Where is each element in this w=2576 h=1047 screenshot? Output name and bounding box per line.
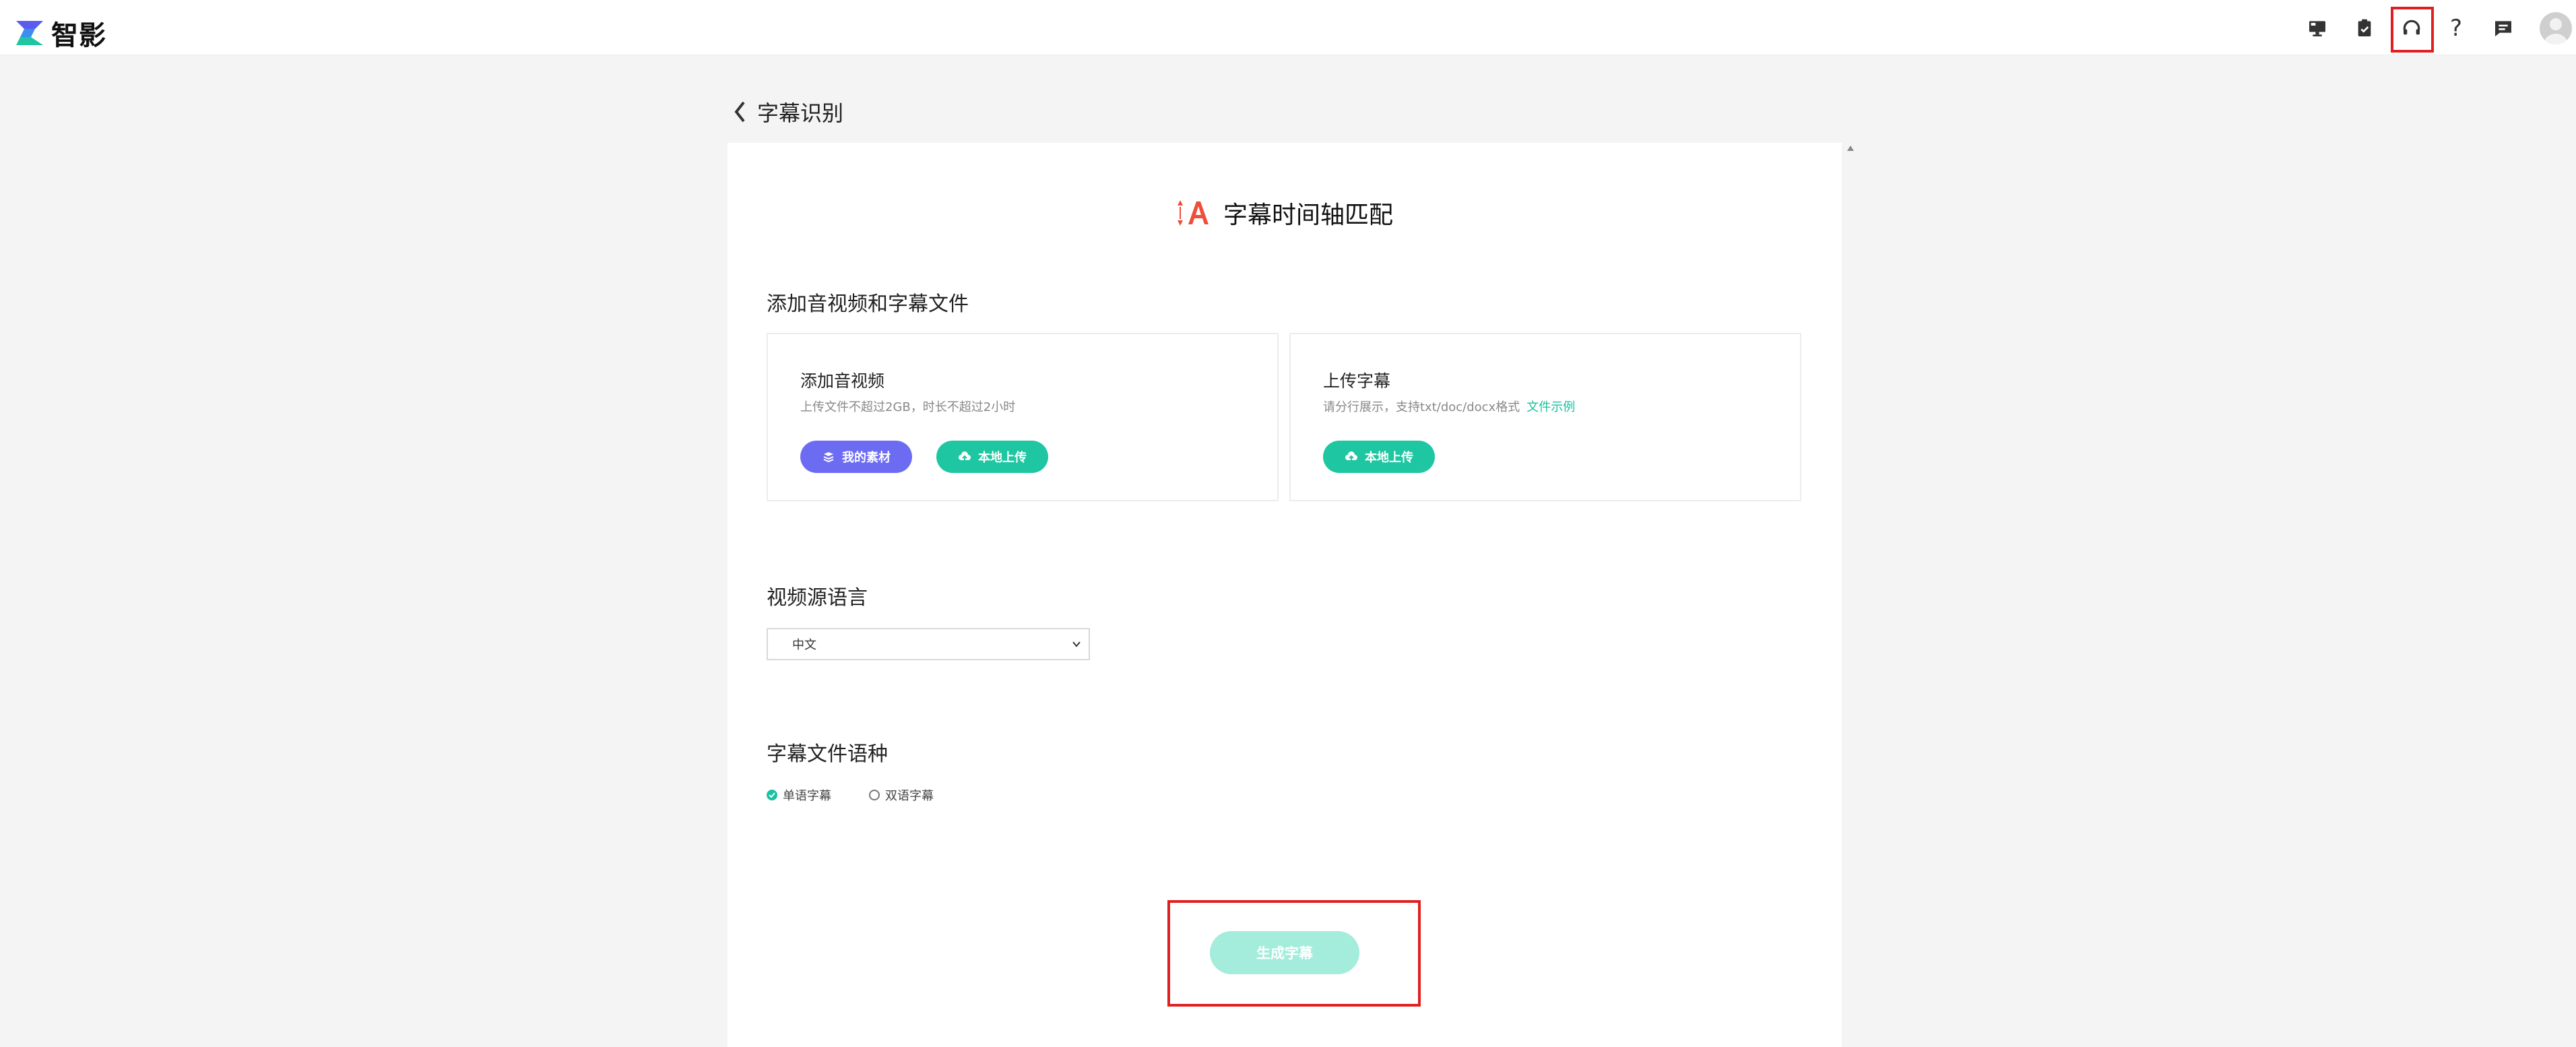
- radio-checked-icon: [767, 790, 777, 800]
- clipboard-check-icon[interactable]: [2351, 15, 2378, 42]
- subtitle-timeline-icon: [1177, 200, 1209, 226]
- chevron-left-icon: [734, 101, 745, 123]
- file-example-link[interactable]: 文件示例: [1526, 400, 1575, 414]
- page-back-label: 字幕识别: [757, 100, 844, 126]
- radio-bilingual-label: 双语字幕: [885, 789, 934, 803]
- subtitle-box-title: 上传字幕: [1323, 371, 1391, 391]
- my-assets-button[interactable]: 我的素材: [800, 441, 912, 473]
- source-language-select[interactable]: 中文: [767, 628, 1090, 660]
- page-title: 字幕时间轴匹配: [728, 195, 1842, 230]
- media-upload-box: 添加音视频 上传文件不超过2GB，时长不超过2小时 我的素材 本地上传: [767, 333, 1279, 501]
- scroll-up-arrow-icon[interactable]: [1846, 144, 1855, 152]
- upload-section-heading: 添加音视频和字幕文件: [767, 292, 969, 316]
- media-local-upload-button[interactable]: 本地上传: [936, 441, 1048, 473]
- app-logo[interactable]: 智影: [15, 13, 106, 53]
- message-icon[interactable]: [2490, 15, 2517, 42]
- subtitle-box-desc: 请分行展示，支持txt/doc/docx格式 文件示例: [1323, 398, 1575, 415]
- main-card: 字幕时间轴匹配 添加音视频和字幕文件 添加音视频 上传文件不超过2GB，时长不超…: [728, 143, 1842, 1047]
- help-glyph: ?: [2449, 15, 2463, 42]
- subtitle-box-desc-text: 请分行展示，支持txt/doc/docx格式: [1323, 400, 1520, 414]
- app-name: 智影: [51, 20, 106, 51]
- subtitle-local-upload-label: 本地上传: [1365, 451, 1413, 465]
- radio-monolingual[interactable]: 单语字幕: [767, 786, 831, 804]
- generate-subtitles-button[interactable]: 生成字幕: [1210, 931, 1359, 974]
- monitor-icon[interactable]: [2304, 15, 2331, 42]
- media-box-title: 添加音视频: [800, 371, 885, 391]
- avatar-person-icon: [2544, 18, 2568, 44]
- subtitle-local-upload-button[interactable]: 本地上传: [1323, 441, 1435, 473]
- radio-unchecked-icon: [869, 790, 880, 800]
- top-bar: 智影 ?: [0, 0, 2576, 55]
- media-local-upload-label: 本地上传: [978, 451, 1027, 465]
- my-assets-label: 我的素材: [842, 451, 891, 465]
- page-heading: 字幕时间轴匹配: [1223, 201, 1393, 229]
- subtitle-lang-heading: 字幕文件语种: [767, 742, 888, 766]
- user-avatar[interactable]: [2540, 12, 2572, 44]
- zhiying-logo-icon: [16, 21, 43, 45]
- language-section-heading: 视频源语言: [767, 586, 868, 610]
- headset-highlight-box: [2391, 7, 2434, 53]
- back-button[interactable]: 字幕识别: [733, 96, 843, 127]
- cloud-upload-icon: [1345, 451, 1357, 461]
- layers-icon: [823, 452, 834, 463]
- chevron-down-icon: [1072, 641, 1081, 647]
- radio-bilingual[interactable]: 双语字幕: [869, 786, 934, 804]
- media-box-desc: 上传文件不超过2GB，时长不超过2小时: [800, 400, 1016, 414]
- cloud-upload-icon: [959, 451, 971, 461]
- help-icon[interactable]: ?: [2443, 15, 2470, 42]
- subtitle-upload-box: 上传字幕 请分行展示，支持txt/doc/docx格式 文件示例 本地上传: [1289, 333, 1801, 501]
- source-language-value: 中文: [792, 638, 816, 652]
- subtitle-lang-radio-group: 单语字幕 双语字幕: [767, 786, 971, 804]
- radio-monolingual-label: 单语字幕: [783, 789, 831, 803]
